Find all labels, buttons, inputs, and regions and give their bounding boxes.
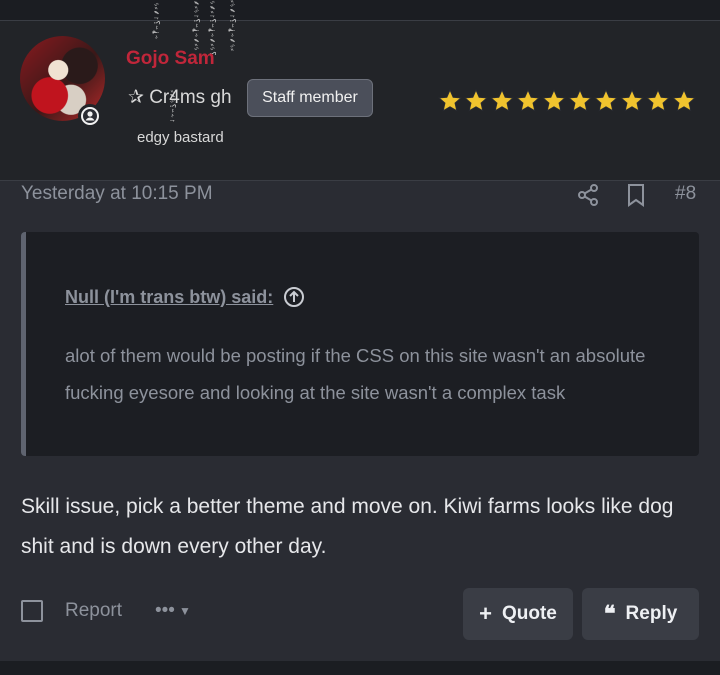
arrow-up-circle-icon[interactable] — [283, 286, 305, 308]
user-stars — [437, 88, 697, 114]
bookmark-icon[interactable] — [625, 183, 647, 207]
quote-marks-icon: ❝ — [603, 601, 616, 626]
username[interactable]: Gojo Sam — [126, 48, 215, 70]
quote-button-label: Quote — [501, 603, 557, 624]
star-icon — [568, 89, 592, 112]
post-number-link[interactable]: #8 — [675, 183, 696, 205]
star-icon — [672, 89, 696, 112]
star-icon — [594, 89, 618, 112]
post-body: Skill issue, pick a better theme and mov… — [21, 495, 674, 558]
glitch-decoration-1: ᛃ⸗⸙⸷⸮⸚⸘⸞ — [152, 2, 161, 40]
star-icon — [542, 89, 566, 112]
quote-attribution: Null (I'm trans btw) said: — [65, 286, 305, 308]
chevron-down-icon: ▼ — [178, 604, 191, 618]
glitch-decoration-4: ᛃ⸙⸗⸷⸮⸚⸘⸞⸙⸗ᛃ⸮ — [208, 0, 217, 56]
staff-badge: Staff member — [247, 79, 373, 117]
plus-icon: + — [479, 601, 492, 626]
reply-button[interactable]: ❝ Reply — [582, 588, 699, 640]
glitch-decoration-5: ⸗ᛃ⸙⸷⸮⸚⸘⸞⸙ᛃ⸗ — [228, 0, 237, 51]
more-options-label: ••• — [155, 600, 175, 621]
more-options-menu[interactable]: ••• ▼ — [155, 600, 191, 622]
star-icon — [464, 89, 488, 112]
report-link[interactable]: Report — [65, 600, 122, 622]
star-icon — [516, 89, 540, 112]
star-icon — [438, 89, 462, 112]
reply-button-label: Reply — [625, 603, 678, 624]
share-icon[interactable] — [576, 183, 600, 207]
page-bottom-strip — [0, 661, 720, 675]
quote-author-link[interactable]: Null (I'm trans btw) said: — [65, 287, 273, 308]
star-icon — [646, 89, 670, 112]
user-custom-title: ✰ Cr4ms gh — [128, 87, 232, 108]
star-icon — [620, 89, 644, 112]
select-post-checkbox[interactable] — [21, 600, 43, 622]
user-status-icon — [78, 104, 102, 128]
quote-button[interactable]: + Quote — [463, 588, 573, 640]
post-timestamp[interactable]: Yesterday at 10:15 PM — [21, 183, 213, 205]
star-icon — [490, 89, 514, 112]
user-subtitle: edgy bastard — [137, 129, 224, 146]
quote-text: alot of them would be posting if the CSS… — [65, 345, 646, 403]
page-top-strip — [0, 0, 720, 21]
